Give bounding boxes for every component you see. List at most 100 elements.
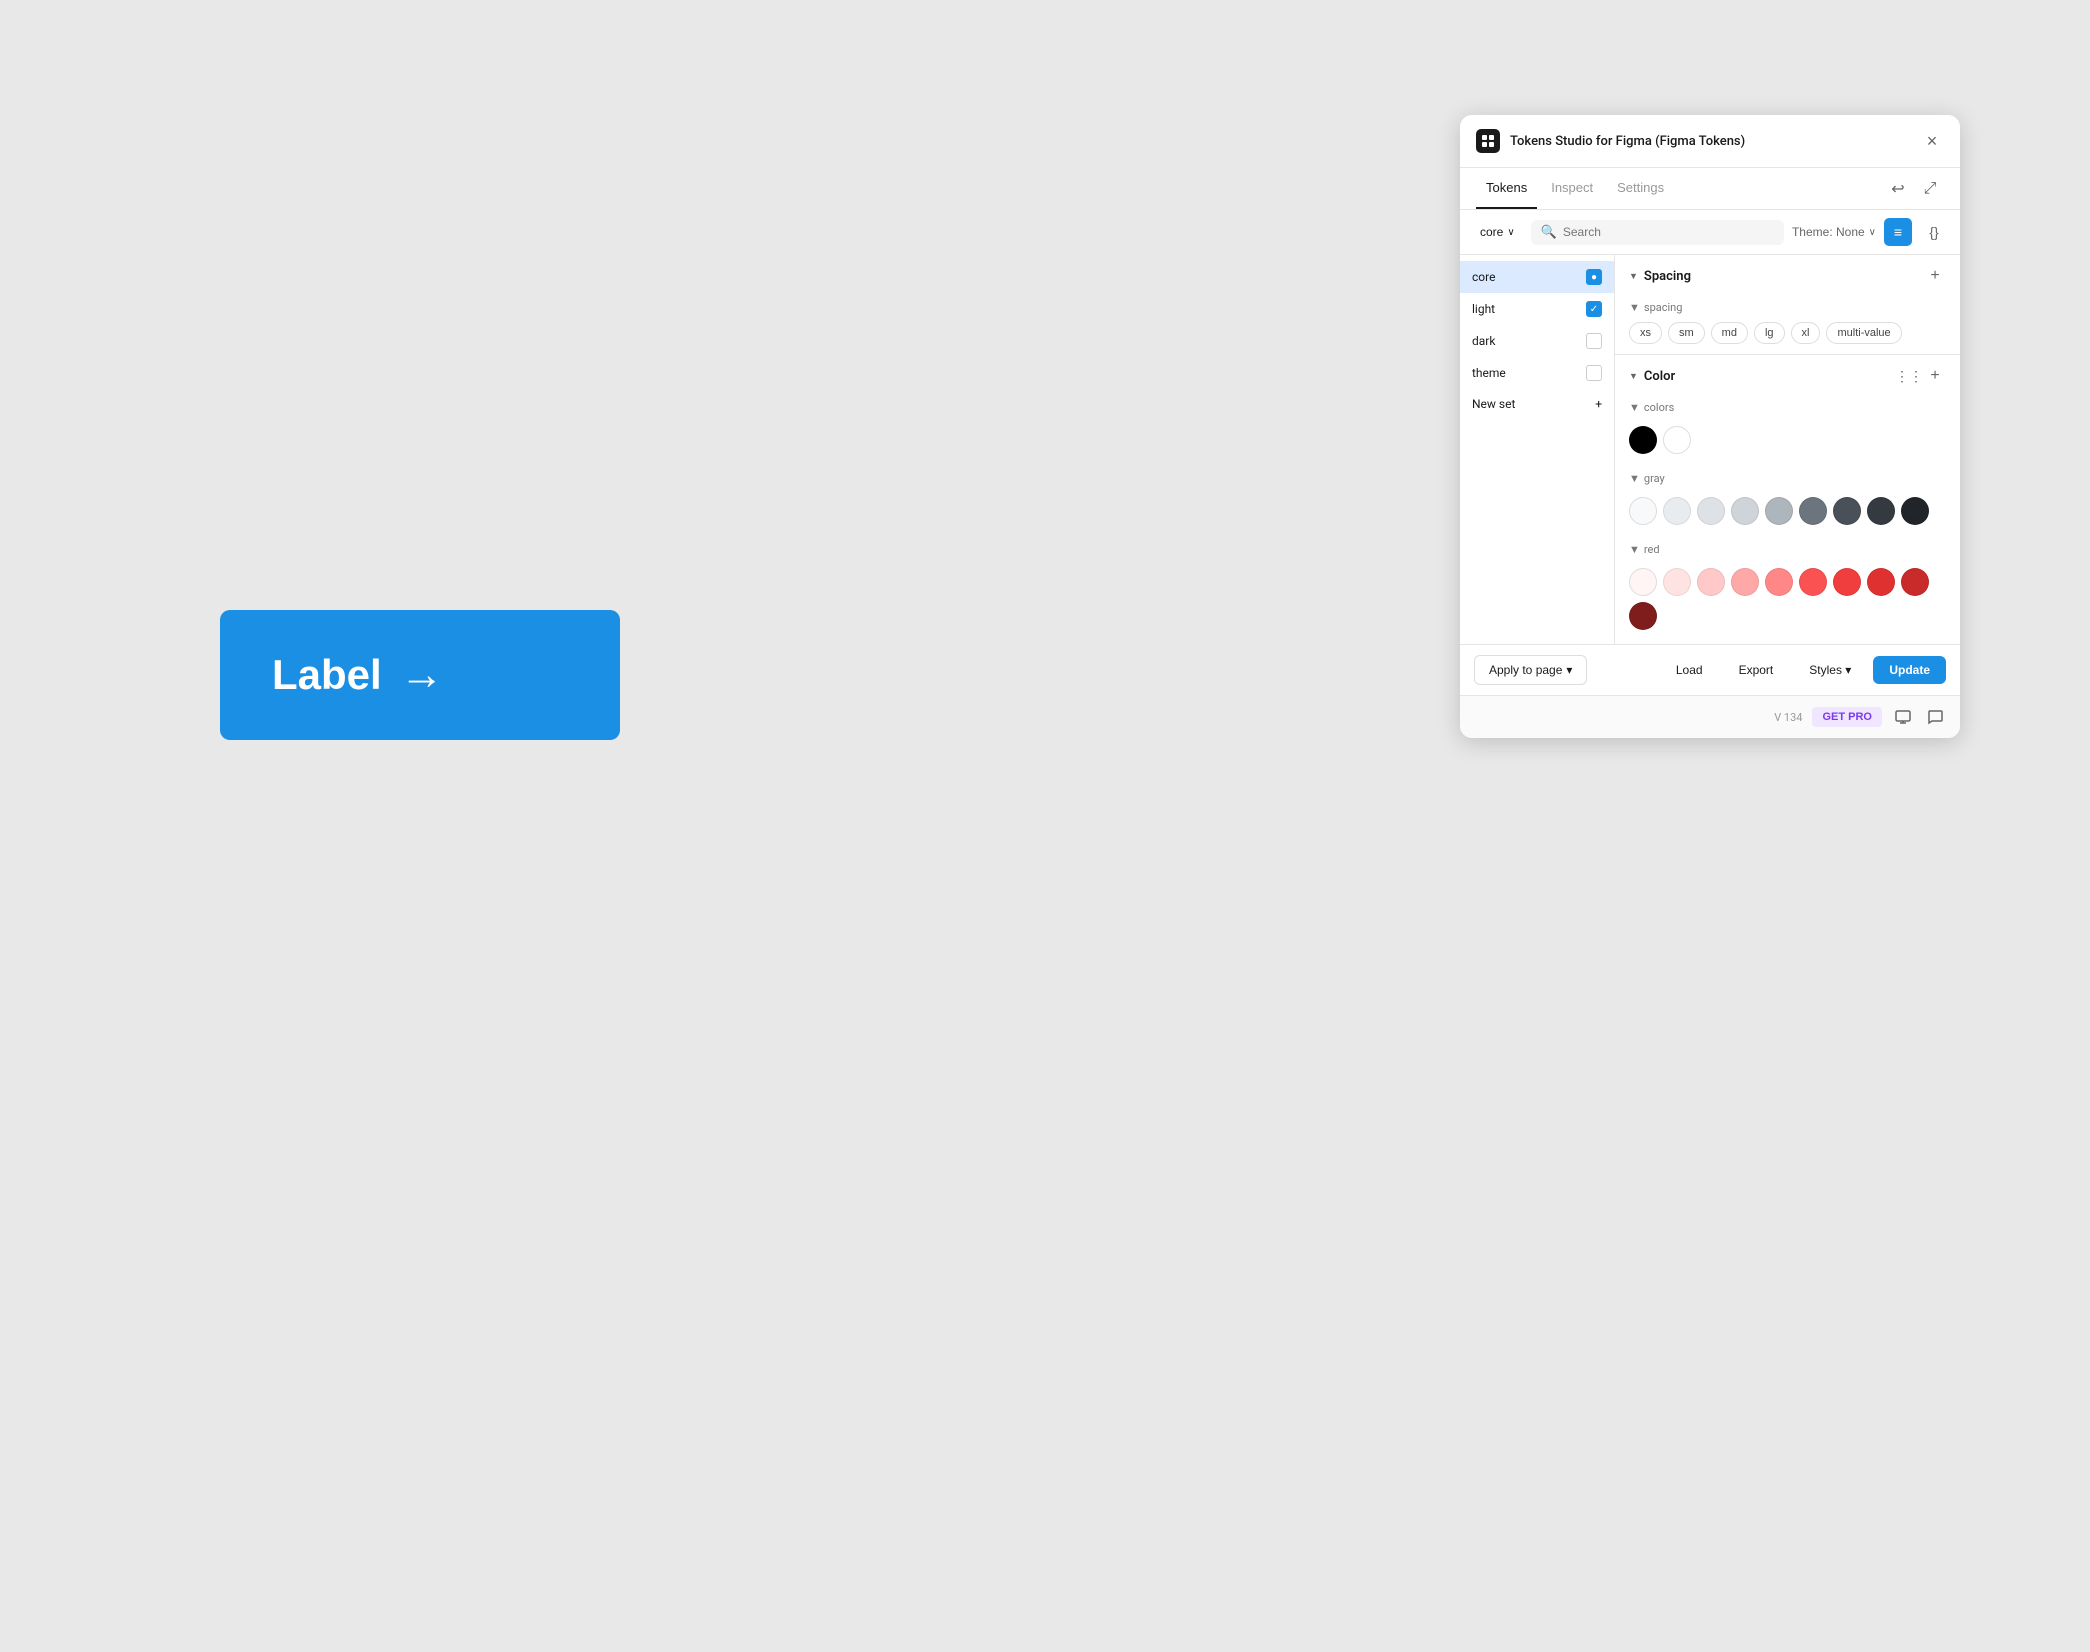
gray-100[interactable] bbox=[1629, 497, 1657, 525]
search-input[interactable] bbox=[1563, 225, 1774, 239]
styles-label: Styles bbox=[1809, 663, 1842, 677]
set-dropdown[interactable]: core ∨ bbox=[1472, 221, 1523, 243]
spacing-section-header[interactable]: ▼ Spacing + bbox=[1615, 255, 1960, 297]
theme-selector[interactable]: Theme: None ∨ bbox=[1792, 225, 1876, 239]
tab-bar: Tokens Inspect Settings ↩ ⤢ bbox=[1460, 168, 1960, 210]
version-text: V 134 bbox=[1774, 711, 1802, 724]
gray-400[interactable] bbox=[1731, 497, 1759, 525]
gray-subsection-label: gray bbox=[1644, 472, 1665, 485]
gray-subsection-header[interactable]: ▼ gray bbox=[1629, 472, 1946, 485]
canvas-label-button[interactable]: Label → bbox=[220, 610, 620, 740]
gray-600[interactable] bbox=[1799, 497, 1827, 525]
red-700[interactable] bbox=[1867, 568, 1895, 596]
red-600[interactable] bbox=[1833, 568, 1861, 596]
colors-subsection-header[interactable]: ▼ colors bbox=[1629, 401, 1946, 414]
color-black[interactable] bbox=[1629, 426, 1657, 454]
red-50[interactable] bbox=[1629, 568, 1657, 596]
new-set-label: New set bbox=[1472, 397, 1515, 411]
color-list-icon[interactable]: ⋮⋮ bbox=[1898, 365, 1920, 387]
export-button[interactable]: Export bbox=[1725, 656, 1788, 684]
get-pro-button[interactable]: GET PRO bbox=[1812, 707, 1882, 727]
new-set-icon: + bbox=[1595, 397, 1602, 411]
spacing-subsection-header[interactable]: ▼ spacing bbox=[1629, 301, 1946, 314]
tab-inspect[interactable]: Inspect bbox=[1541, 168, 1603, 209]
token-md[interactable]: md bbox=[1711, 322, 1748, 344]
plugin-icon bbox=[1476, 129, 1500, 153]
new-set-item[interactable]: New set + bbox=[1460, 389, 1614, 419]
red-500[interactable] bbox=[1799, 568, 1827, 596]
sidebar-item-light-label: light bbox=[1472, 302, 1586, 316]
tab-tokens[interactable]: Tokens bbox=[1476, 168, 1537, 209]
apply-chevron-icon: ▾ bbox=[1566, 663, 1572, 677]
spacing-subsection: ▼ spacing xs sm md lg xl multi-value bbox=[1615, 297, 1960, 354]
red-subsection-header[interactable]: ▼ red bbox=[1629, 543, 1946, 556]
red-800[interactable] bbox=[1901, 568, 1929, 596]
color-section-header[interactable]: ▼ Color ⋮⋮ + bbox=[1615, 355, 1960, 397]
sidebar-item-light[interactable]: light ✓ bbox=[1460, 293, 1614, 325]
panel-body: core ● light ✓ dark theme bbox=[1460, 255, 1960, 644]
core-checkbox[interactable]: ● bbox=[1586, 269, 1602, 285]
colors-sub-chevron-icon: ▼ bbox=[1629, 401, 1640, 414]
undo-icon[interactable]: ↩ bbox=[1884, 175, 1912, 203]
sidebar-item-core[interactable]: core ● bbox=[1460, 261, 1614, 293]
token-xl[interactable]: xl bbox=[1791, 322, 1821, 344]
sidebar: core ● light ✓ dark theme bbox=[1460, 255, 1615, 644]
spacing-label: Spacing bbox=[1644, 269, 1691, 284]
gray-800[interactable] bbox=[1867, 497, 1895, 525]
gray-300[interactable] bbox=[1697, 497, 1725, 525]
gray-subsection: ▼ gray bbox=[1615, 468, 1960, 539]
dark-checkbox[interactable] bbox=[1586, 333, 1602, 349]
light-checkbox[interactable]: ✓ bbox=[1586, 301, 1602, 317]
sidebar-item-dark[interactable]: dark bbox=[1460, 325, 1614, 357]
expand-icon[interactable]: ⤢ bbox=[1916, 175, 1944, 203]
red-sub-chevron-icon: ▼ bbox=[1629, 543, 1640, 556]
sidebar-item-theme-label: theme bbox=[1472, 366, 1586, 380]
styles-chevron-icon: ▾ bbox=[1845, 663, 1851, 677]
color-add-button[interactable]: + bbox=[1924, 365, 1946, 387]
sidebar-item-theme[interactable]: theme bbox=[1460, 357, 1614, 389]
gray-500[interactable] bbox=[1765, 497, 1793, 525]
monitor-icon[interactable] bbox=[1892, 706, 1914, 728]
color-title: ▼ Color bbox=[1629, 369, 1675, 384]
load-button[interactable]: Load bbox=[1662, 656, 1717, 684]
chat-icon[interactable] bbox=[1924, 706, 1946, 728]
token-lg[interactable]: lg bbox=[1754, 322, 1785, 344]
red-dots bbox=[1629, 564, 1946, 634]
theme-checkbox[interactable] bbox=[1586, 365, 1602, 381]
gray-700[interactable] bbox=[1833, 497, 1861, 525]
theme-label: Theme: None bbox=[1792, 225, 1865, 239]
tokens-studio-panel: Tokens Studio for Figma (Figma Tokens) ×… bbox=[1460, 115, 1960, 738]
set-name: core bbox=[1480, 225, 1503, 239]
token-sm[interactable]: sm bbox=[1668, 322, 1705, 344]
gray-900[interactable] bbox=[1901, 497, 1929, 525]
tab-settings[interactable]: Settings bbox=[1607, 168, 1674, 209]
apply-to-page-button[interactable]: Apply to page ▾ bbox=[1474, 655, 1587, 685]
spacing-subsection-label: spacing bbox=[1644, 301, 1683, 314]
gray-200[interactable] bbox=[1663, 497, 1691, 525]
colors-dots bbox=[1629, 422, 1946, 458]
red-300[interactable] bbox=[1731, 568, 1759, 596]
list-view-button[interactable]: ≡ bbox=[1884, 218, 1912, 246]
red-subsection: ▼ red bbox=[1615, 539, 1960, 644]
search-box: 🔍 bbox=[1531, 220, 1784, 245]
bottom-bar: V 134 GET PRO bbox=[1460, 695, 1960, 738]
update-button[interactable]: Update bbox=[1873, 656, 1946, 684]
spacing-title: ▼ Spacing bbox=[1629, 269, 1691, 284]
spacing-add-button[interactable]: + bbox=[1924, 265, 1946, 287]
spacing-chevron-icon: ▼ bbox=[1629, 271, 1638, 282]
token-xs[interactable]: xs bbox=[1629, 322, 1662, 344]
red-900[interactable] bbox=[1629, 602, 1657, 630]
right-panel: ▼ Spacing + ▼ spacing xs sm md lg xl mul… bbox=[1615, 255, 1960, 644]
red-100[interactable] bbox=[1663, 568, 1691, 596]
panel-footer: Apply to page ▾ Load Export Styles ▾ Upd… bbox=[1460, 644, 1960, 695]
color-white[interactable] bbox=[1663, 426, 1691, 454]
red-200[interactable] bbox=[1697, 568, 1725, 596]
styles-button[interactable]: Styles ▾ bbox=[1795, 656, 1865, 684]
red-subsection-label: red bbox=[1644, 543, 1660, 556]
token-multi-value[interactable]: multi-value bbox=[1826, 322, 1901, 344]
red-400[interactable] bbox=[1765, 568, 1793, 596]
apply-label: Apply to page bbox=[1489, 663, 1562, 677]
json-view-button[interactable]: {} bbox=[1920, 218, 1948, 246]
close-button[interactable]: × bbox=[1920, 129, 1944, 153]
colors-subsection: ▼ colors bbox=[1615, 397, 1960, 468]
